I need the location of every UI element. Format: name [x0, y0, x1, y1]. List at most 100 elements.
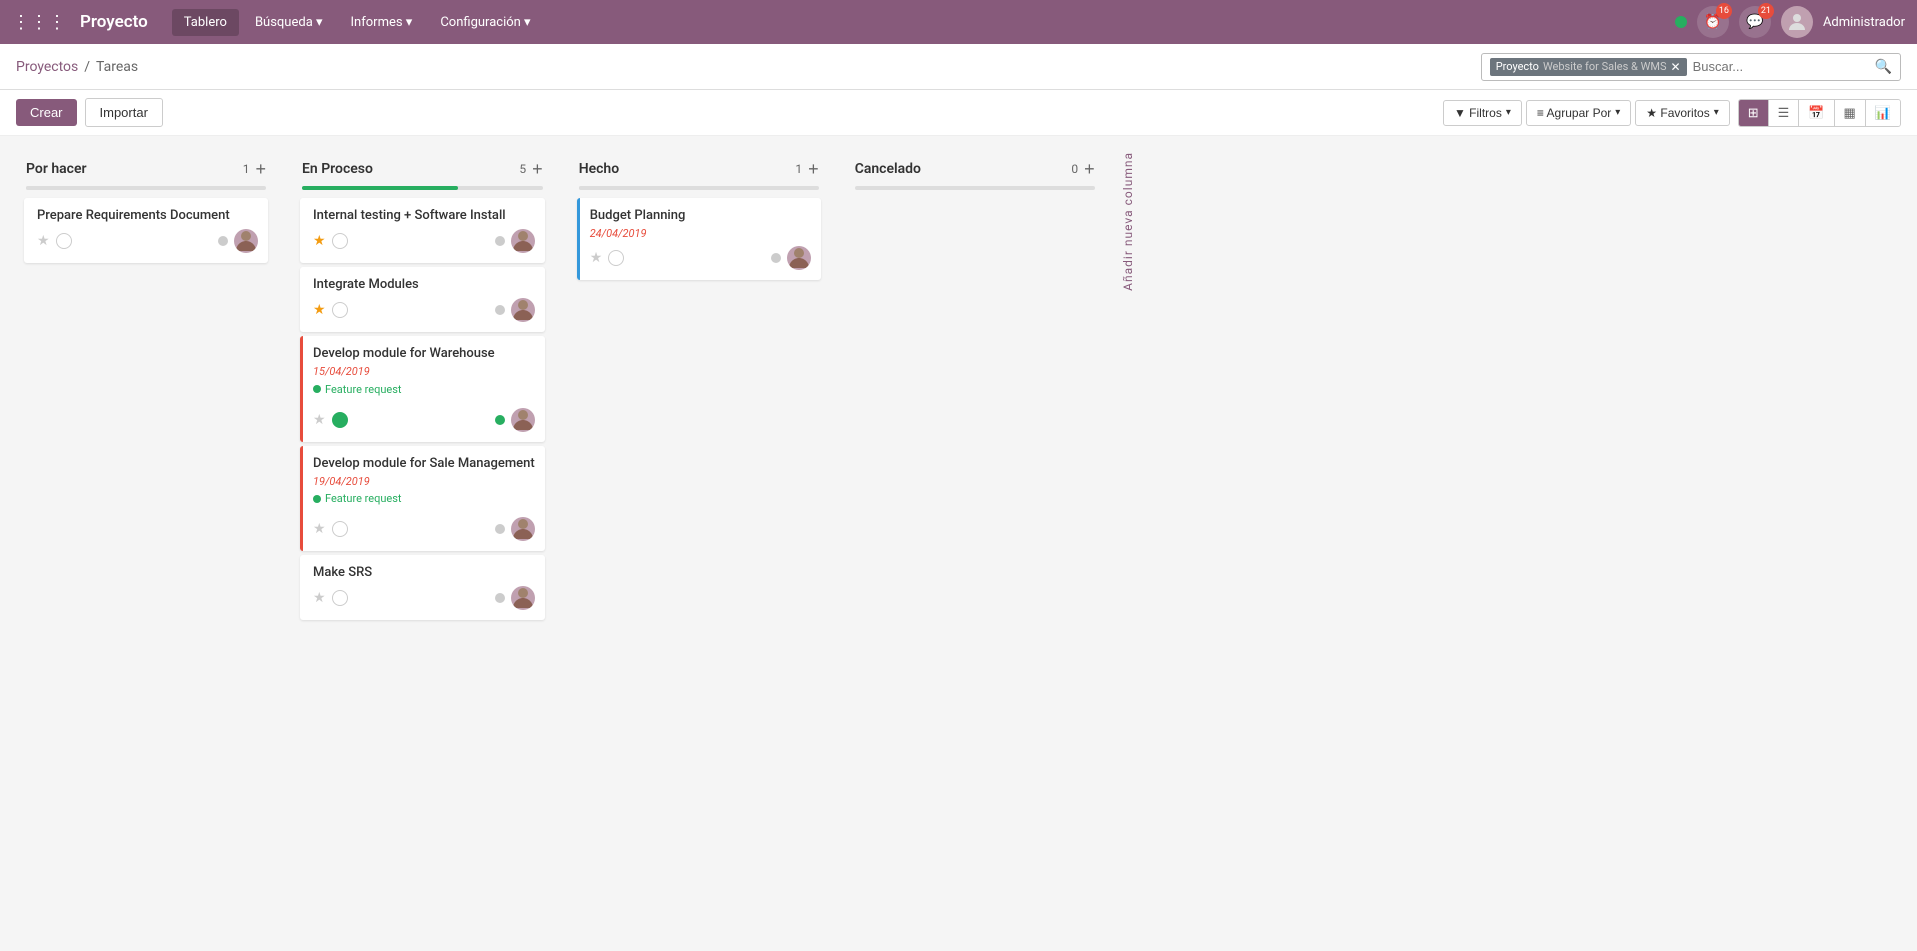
view-kanban-btn[interactable]: ⊞: [1739, 100, 1769, 126]
activity-badge: 16: [1716, 3, 1732, 19]
card-status-circle[interactable]: [56, 233, 72, 249]
card-priority-dot: [495, 305, 505, 315]
card-avatar: [511, 229, 535, 253]
search-tag-remove[interactable]: ✕: [1671, 60, 1681, 74]
activity-btn[interactable]: ⏰ 16: [1697, 6, 1729, 38]
view-list-btn[interactable]: ☰: [1769, 100, 1800, 126]
breadcrumb-projects[interactable]: Proyectos: [16, 59, 78, 75]
menu-informes[interactable]: Informes ▾: [339, 9, 425, 36]
column-title: En Proceso: [302, 161, 509, 177]
search-input[interactable]: [1693, 59, 1869, 74]
secondary-bar: Proyectos / Tareas Proyecto Website for …: [0, 44, 1917, 90]
card-status-circle[interactable]: [332, 590, 348, 606]
column-title: Hecho: [579, 161, 786, 177]
column-add-task-btn[interactable]: +: [255, 160, 266, 178]
card-title: Develop module for Sale Management: [313, 456, 535, 471]
search-filter-tag[interactable]: Proyecto Website for Sales & WMS ✕: [1490, 58, 1687, 76]
card-star-btn[interactable]: ★: [590, 250, 603, 266]
messages-badge: 21: [1758, 3, 1774, 19]
card-tag-dot: [313, 495, 321, 503]
card-star-btn[interactable]: ★: [313, 233, 326, 249]
card-priority-dot: [495, 593, 505, 603]
view-table-btn[interactable]: ▦: [1835, 100, 1866, 126]
menu-tablero[interactable]: Tablero: [172, 9, 239, 36]
card-status-circle[interactable]: [332, 521, 348, 537]
toolbar: Crear Importar ▼ Filtros ▾ ≡ Agrupar Por…: [0, 90, 1917, 136]
card-priority-dot: [218, 236, 228, 246]
card-priority-dot: [771, 253, 781, 263]
view-calendar-btn[interactable]: 📅: [1799, 100, 1834, 126]
column-add-task-btn[interactable]: +: [1084, 160, 1095, 178]
column-progress-bar: [855, 186, 1095, 190]
card-status-circle[interactable]: [332, 233, 348, 249]
card-avatar: [511, 586, 535, 610]
card-status-circle[interactable]: [332, 302, 348, 318]
column-en_proceso: En Proceso 5 + Internal testing + Softwa…: [292, 152, 553, 624]
card-title: Integrate Modules: [313, 277, 535, 292]
card-title: Budget Planning: [590, 208, 811, 223]
card-title: Develop module for Warehouse: [313, 346, 535, 361]
favorites-btn[interactable]: ★ Favoritos ▾: [1635, 100, 1729, 126]
task-card[interactable]: Develop module for Warehouse15/04/2019Fe…: [300, 336, 545, 442]
search-submit-btn[interactable]: 🔍: [1875, 58, 1892, 75]
menu-configuracion[interactable]: Configuración ▾: [428, 9, 542, 36]
column-add-task-btn[interactable]: +: [808, 160, 819, 178]
column-title: Cancelado: [855, 161, 1062, 177]
card-avatar: [511, 408, 535, 432]
card-footer: ★: [313, 229, 535, 253]
column-progress-bar: [26, 186, 266, 190]
task-card[interactable]: Make SRS ★: [300, 555, 545, 620]
card-status-circle[interactable]: [332, 412, 348, 428]
column-header-por_hacer: Por hacer 1 +: [16, 152, 276, 186]
column-add-task-btn[interactable]: +: [532, 160, 543, 178]
view-chart-btn[interactable]: 📊: [1866, 100, 1900, 126]
top-menu: Tablero Búsqueda ▾ Informes ▾ Configurac…: [172, 9, 543, 36]
column-count: 0: [1071, 162, 1078, 176]
messages-btn[interactable]: 💬 21: [1739, 6, 1771, 38]
card-star-btn[interactable]: ★: [313, 590, 326, 606]
search-tag-key: Proyecto: [1496, 60, 1539, 73]
topnav-right-area: ⏰ 16 💬 21 Administrador: [1675, 6, 1905, 38]
card-status-circle[interactable]: [608, 250, 624, 266]
card-footer: ★: [37, 229, 258, 253]
card-title: Prepare Requirements Document: [37, 208, 258, 223]
card-date: 15/04/2019: [313, 365, 535, 378]
card-avatar: [511, 517, 535, 541]
card-star-btn[interactable]: ★: [313, 412, 326, 428]
create-button[interactable]: Crear: [16, 99, 77, 126]
task-card[interactable]: Internal testing + Software Install ★: [300, 198, 545, 263]
task-card[interactable]: Develop module for Sale Management19/04/…: [300, 446, 545, 552]
card-title: Make SRS: [313, 565, 535, 580]
task-card[interactable]: Integrate Modules ★: [300, 267, 545, 332]
group-by-btn[interactable]: ≡ Agrupar Por ▾: [1526, 100, 1631, 126]
card-footer: ★: [313, 408, 535, 432]
column-por_hacer: Por hacer 1 + Prepare Requirements Docum…: [16, 152, 276, 267]
task-card[interactable]: Prepare Requirements Document ★: [24, 198, 268, 263]
search-bar: Proyecto Website for Sales & WMS ✕ 🔍: [1481, 53, 1901, 81]
card-title: Internal testing + Software Install: [313, 208, 535, 223]
column-count: 5: [519, 162, 526, 176]
card-avatar: [511, 298, 535, 322]
breadcrumb-tasks: Tareas: [96, 59, 138, 75]
app-title: Proyecto: [80, 12, 148, 32]
card-date: 24/04/2019: [590, 227, 811, 240]
card-footer: ★: [313, 517, 535, 541]
card-star-btn[interactable]: ★: [313, 302, 326, 318]
card-star-btn[interactable]: ★: [313, 521, 326, 537]
add-column-btn[interactable]: Añadir nueva columna: [1121, 152, 1151, 299]
breadcrumb: Proyectos / Tareas: [16, 59, 138, 75]
filters-btn[interactable]: ▼ Filtros ▾: [1443, 100, 1522, 126]
import-button[interactable]: Importar: [85, 98, 163, 127]
breadcrumb-separator: /: [84, 59, 90, 75]
app-grid-icon[interactable]: ⋮⋮⋮: [12, 12, 66, 33]
user-avatar[interactable]: [1781, 6, 1813, 38]
column-progress-bar: [302, 186, 543, 190]
menu-busqueda[interactable]: Búsqueda ▾: [243, 9, 335, 36]
view-switcher: ⊞ ☰ 📅 ▦ 📊: [1738, 99, 1901, 127]
card-priority-dot: [495, 524, 505, 534]
search-tag-value: Website for Sales & WMS: [1543, 60, 1667, 73]
card-star-btn[interactable]: ★: [37, 233, 50, 249]
column-header-en_proceso: En Proceso 5 +: [292, 152, 553, 186]
task-card[interactable]: Budget Planning 24/04/2019 ★: [577, 198, 821, 280]
column-header-hecho: Hecho 1 +: [569, 152, 829, 186]
